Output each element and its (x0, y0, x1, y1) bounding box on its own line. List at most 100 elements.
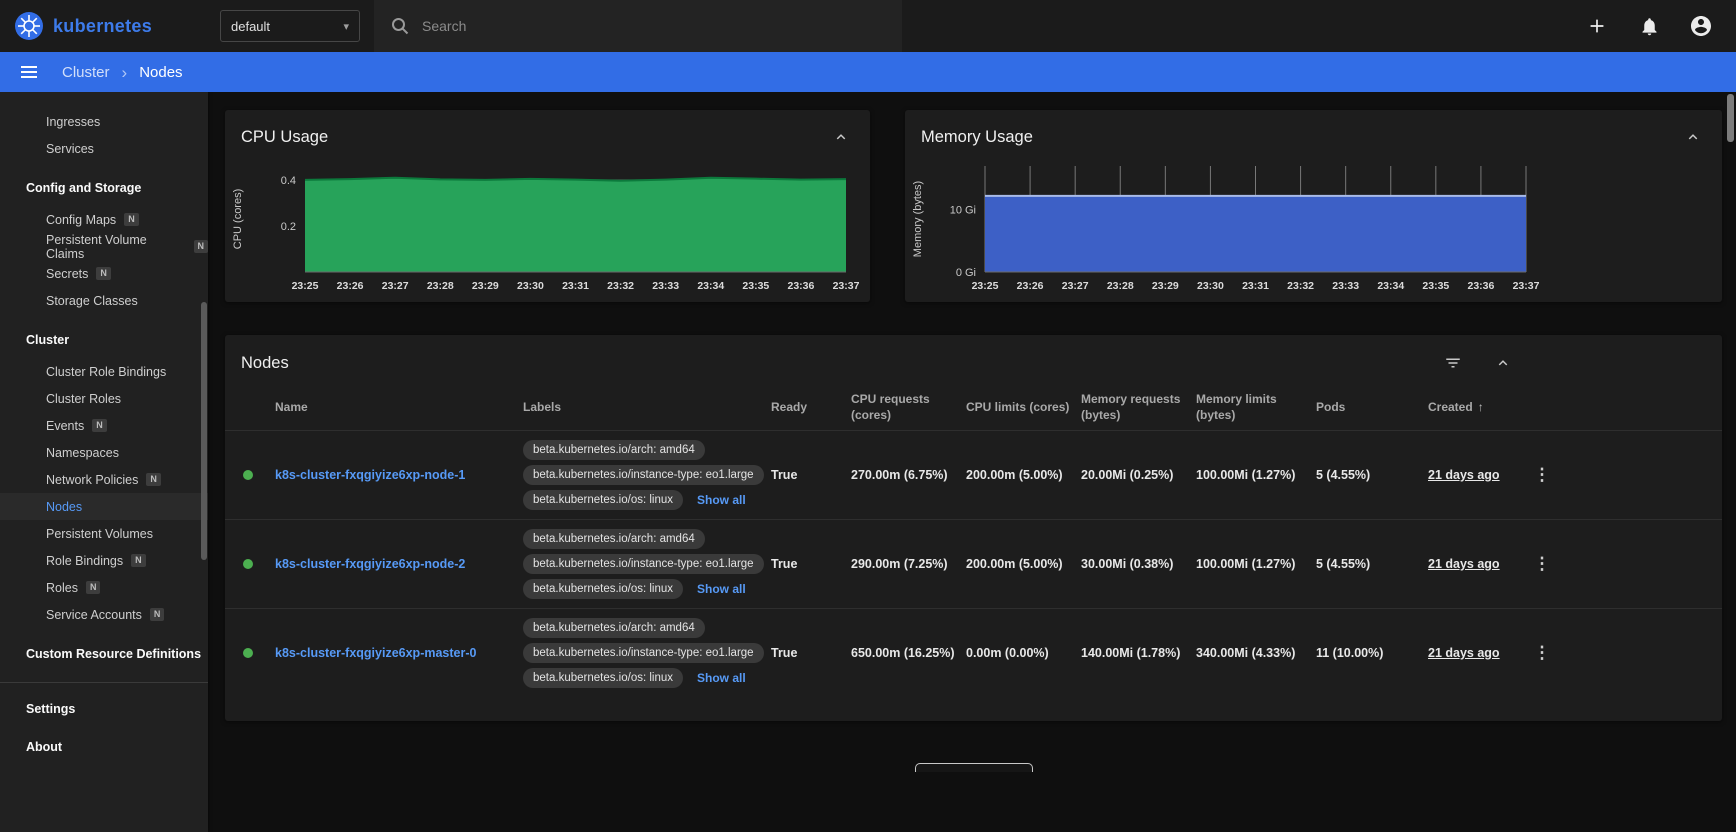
sidebar-item-secrets[interactable]: SecretsN (0, 260, 208, 287)
kubernetes-brand[interactable]: kubernetes (0, 11, 206, 41)
collapse-button[interactable] (1490, 350, 1516, 376)
svg-text:23:37: 23:37 (1513, 280, 1540, 292)
show-all-labels-link[interactable]: Show all (697, 582, 746, 596)
node-cpu-limits-value: 0.00m (0.00%) (966, 646, 1081, 660)
sidebar-item-label: Namespaces (46, 446, 119, 460)
sidebar-item-events[interactable]: EventsN (0, 412, 208, 439)
filter-list-icon (1444, 354, 1462, 372)
clipped-bottom-widget[interactable] (915, 763, 1033, 772)
node-name-link[interactable]: k8s-cluster-fxqgiyize6xp-master-0 (275, 646, 476, 660)
col-header-name[interactable]: Name (275, 400, 523, 416)
account-button[interactable] (1688, 13, 1714, 39)
col-header-cpu-requests[interactable]: CPU requests (cores) (851, 392, 966, 423)
sidebar-item-namespaces[interactable]: Namespaces (0, 439, 208, 466)
search-bar[interactable] (374, 0, 902, 52)
node-ready-value: True (771, 646, 851, 660)
sort-ascending-icon: ↑ (1478, 400, 1484, 414)
sidebar-item-cluster-roles[interactable]: Cluster Roles (0, 385, 208, 412)
sidebar-item-ingresses[interactable]: Ingresses (0, 108, 208, 135)
sidebar-item-persistent-volumes[interactable]: Persistent Volumes (0, 520, 208, 547)
nodes-card-title: Nodes (241, 354, 289, 373)
node-name-link[interactable]: k8s-cluster-fxqgiyize6xp-node-2 (275, 557, 465, 571)
sidebar-item-service-accounts[interactable]: Service AccountsN (0, 601, 208, 628)
sidebar-item-role-bindings[interactable]: Role BindingsN (0, 547, 208, 574)
sidebar-item-config-maps[interactable]: Config MapsN (0, 206, 208, 233)
show-all-labels-link[interactable]: Show all (697, 671, 746, 685)
row-menu-button[interactable]: ⋮ (1528, 552, 1557, 576)
node-name-link[interactable]: k8s-cluster-fxqgiyize6xp-node-1 (275, 468, 465, 482)
search-input[interactable] (422, 18, 886, 34)
namespaced-badge: N (194, 240, 209, 253)
collapse-button[interactable] (1680, 124, 1706, 150)
svg-text:23:31: 23:31 (1242, 280, 1269, 292)
node-cpu-limits-value: 200.00m (5.00%) (966, 468, 1081, 482)
chevron-up-icon (1684, 128, 1702, 146)
nodes-card-actions (1440, 350, 1516, 376)
memory-usage-card: Memory Usage 0 Gi10 Gi23:2523:2623:2723:… (905, 110, 1722, 302)
create-resource-button[interactable] (1584, 13, 1610, 39)
col-header-ready[interactable]: Ready (771, 400, 851, 416)
page-scrollbar-thumb[interactable] (1727, 94, 1734, 142)
node-cpu-requests-value: 270.00m (6.75%) (851, 468, 966, 482)
svg-text:23:32: 23:32 (607, 280, 634, 292)
node-ready-value: True (771, 468, 851, 482)
svg-text:23:29: 23:29 (472, 280, 499, 292)
svg-text:23:26: 23:26 (1017, 280, 1044, 292)
node-ready-status-icon (243, 470, 253, 480)
notifications-button[interactable] (1636, 13, 1662, 39)
col-header-labels[interactable]: Labels (523, 400, 771, 416)
sidebar-item-about[interactable]: About (0, 735, 208, 759)
namespace-selector[interactable]: default ▾ (220, 10, 360, 42)
collapse-button[interactable] (828, 124, 854, 150)
namespaced-badge: N (86, 581, 101, 594)
node-memory-limits-value: 340.00Mi (4.33%) (1196, 646, 1316, 660)
account-circle-icon (1689, 14, 1713, 38)
node-cpu-requests-value: 650.00m (16.25%) (851, 646, 966, 660)
sidebar-item-storage-classes[interactable]: Storage Classes (0, 287, 208, 314)
sidebar-section-cluster[interactable]: Cluster (0, 328, 208, 352)
col-header-cpu-limits[interactable]: CPU limits (cores) (966, 400, 1081, 416)
sidebar-item-persistent-volume-claims[interactable]: Persistent Volume Claims N (0, 233, 208, 260)
table-row: k8s-cluster-fxqgiyize6xp-node-1 beta.kub… (225, 430, 1722, 519)
sidebar-section-label: Custom Resource Definitions (26, 647, 201, 661)
sidebar-item-label: Persistent Volume Claims (46, 233, 186, 261)
chevron-up-icon (1494, 354, 1512, 372)
svg-text:23:26: 23:26 (337, 280, 364, 292)
filter-button[interactable] (1440, 350, 1466, 376)
svg-text:23:25: 23:25 (972, 280, 999, 292)
menu-toggle-button[interactable] (16, 59, 42, 85)
cpu-usage-chart[interactable]: 0.20.423:2523:2623:2723:2823:2923:3023:3… (225, 156, 870, 296)
row-menu-button[interactable]: ⋮ (1528, 641, 1557, 665)
sidebar-scrollbar-thumb[interactable] (201, 302, 207, 560)
node-memory-requests-value: 20.00Mi (0.25%) (1081, 468, 1196, 482)
sidebar-item-custom-resource-definitions[interactable]: Custom Resource Definitions (0, 642, 208, 666)
svg-text:23:25: 23:25 (292, 280, 319, 292)
breadcrumb-cluster-link[interactable]: Cluster (62, 64, 110, 81)
row-menu-button[interactable]: ⋮ (1528, 463, 1557, 487)
sidebar-item-cluster-role-bindings[interactable]: Cluster Role Bindings (0, 358, 208, 385)
node-memory-limits-value: 100.00Mi (1.27%) (1196, 557, 1316, 571)
memory-usage-chart[interactable]: 0 Gi10 Gi23:2523:2623:2723:2823:2923:302… (905, 156, 1550, 296)
show-all-labels-link[interactable]: Show all (697, 493, 746, 507)
main-content: CPU Usage 0.20.423:2523:2623:2723:2823:2… (208, 92, 1736, 832)
sidebar-item-label: About (26, 740, 62, 754)
sidebar-item-services[interactable]: Services (0, 135, 208, 162)
svg-text:0.2: 0.2 (281, 221, 296, 233)
sidebar-section-config-and-storage[interactable]: Config and Storage (0, 176, 208, 200)
table-header-row: Name Labels Ready CPU requests (cores) C… (225, 386, 1722, 430)
sidebar-item-nodes[interactable]: Nodes (0, 493, 208, 520)
sidebar-item-network-policies[interactable]: Network PoliciesN (0, 466, 208, 493)
col-header-pods[interactable]: Pods (1316, 400, 1428, 416)
svg-text:23:31: 23:31 (562, 280, 589, 292)
col-header-created[interactable]: Created↑ (1428, 400, 1523, 416)
node-cpu-limits-value: 200.00m (5.00%) (966, 557, 1081, 571)
svg-text:23:35: 23:35 (742, 280, 769, 292)
sidebar-item-settings[interactable]: Settings (0, 697, 208, 721)
node-ready-status-icon (243, 559, 253, 569)
col-header-memory-limits[interactable]: Memory limits (bytes) (1196, 392, 1316, 423)
sidebar-item-roles[interactable]: RolesN (0, 574, 208, 601)
sidebar-item-label: Config Maps (46, 213, 116, 227)
sidebar-item-label: Settings (26, 702, 75, 716)
svg-text:23:32: 23:32 (1287, 280, 1314, 292)
col-header-memory-requests[interactable]: Memory requests (bytes) (1081, 392, 1196, 423)
